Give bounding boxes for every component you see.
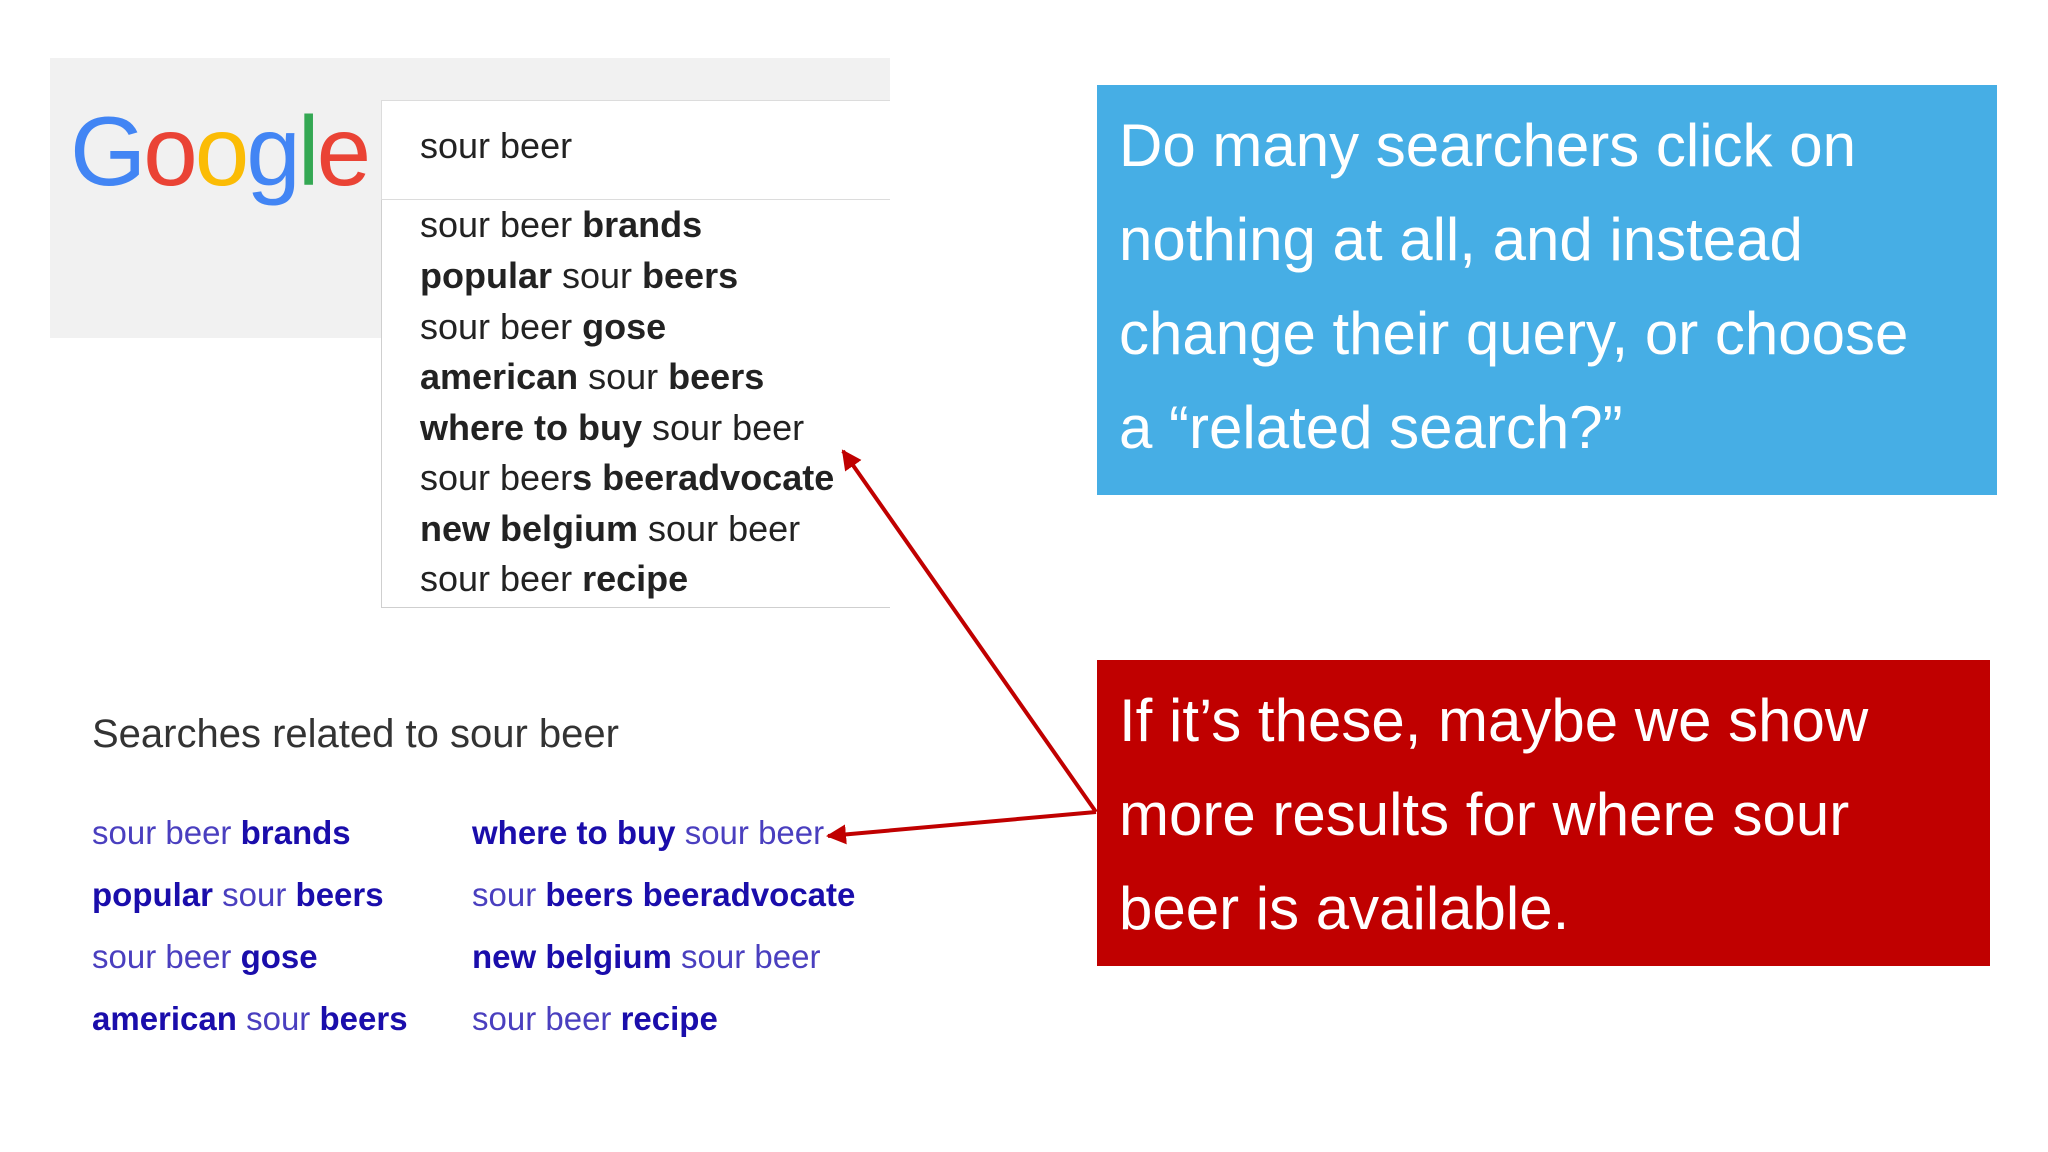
annotation-arrows	[826, 449, 1098, 845]
arrow-to-related-link	[826, 810, 1097, 845]
arrow-to-autocomplete	[841, 449, 1098, 814]
